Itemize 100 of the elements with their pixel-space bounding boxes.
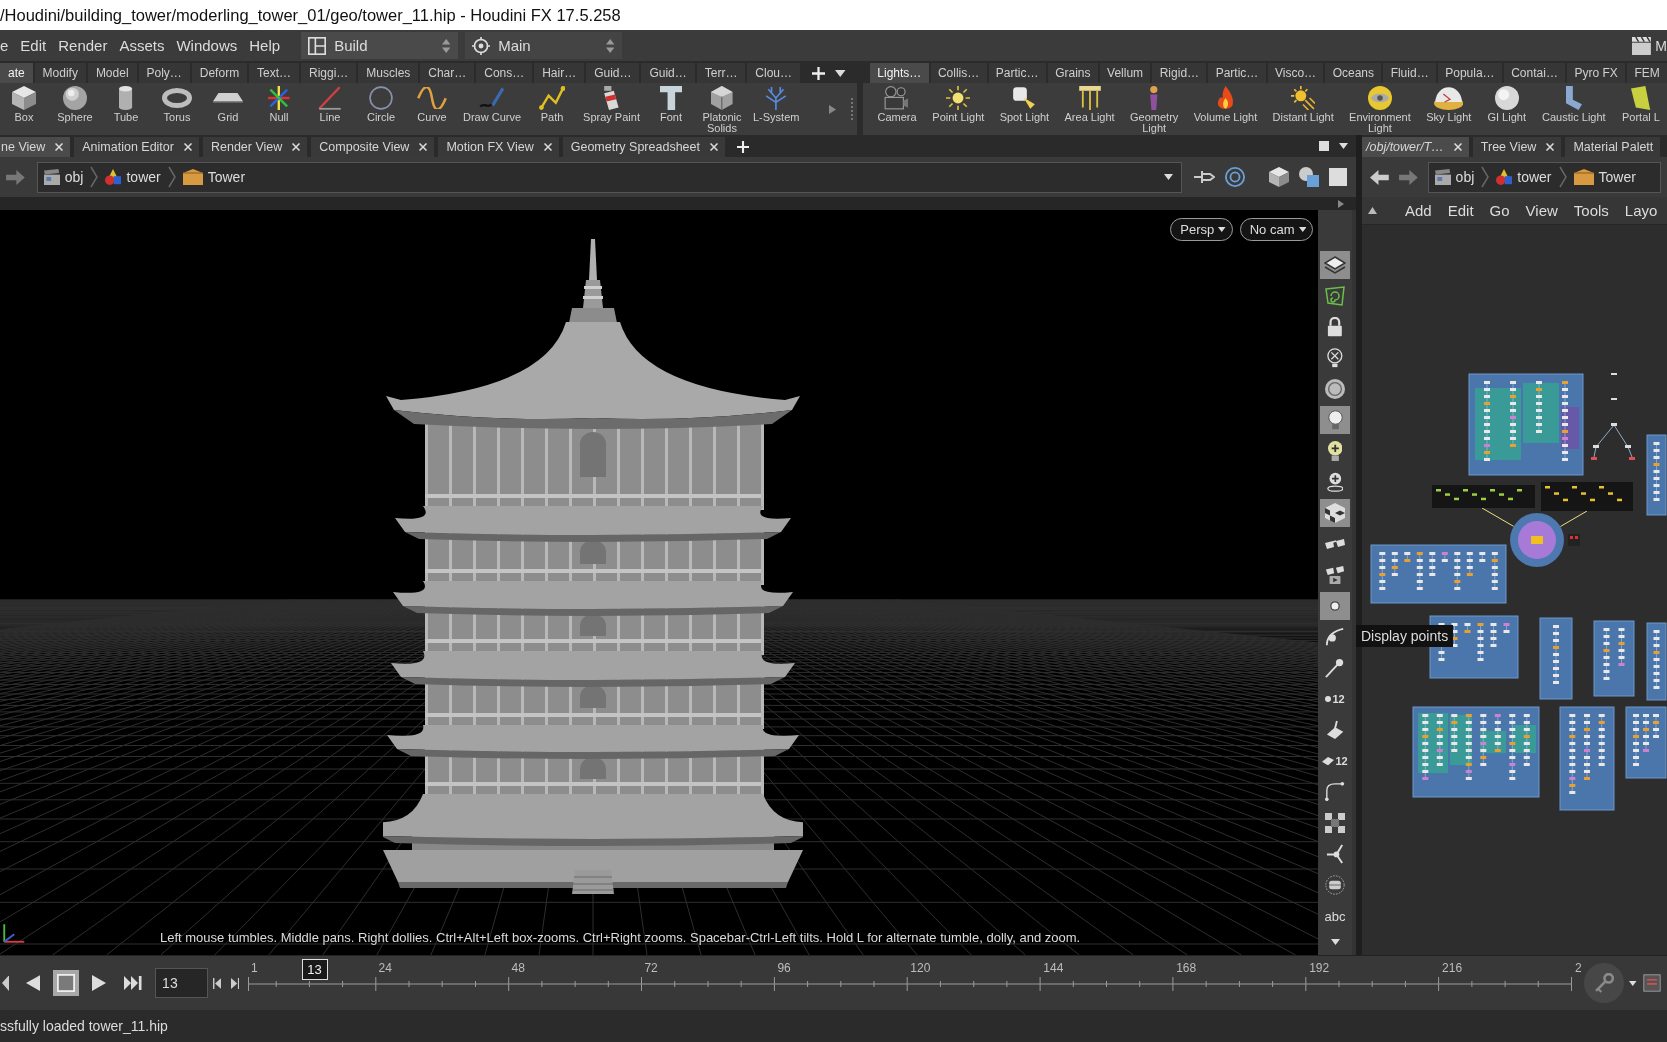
shelf-tool[interactable]: Caustic Light	[1538, 84, 1610, 134]
cube-icon[interactable]	[1268, 167, 1289, 187]
shelf-tab[interactable]: Terr…	[696, 63, 746, 83]
pane-tab[interactable]: /obj/tower/T…	[1362, 137, 1469, 157]
display-toggle[interactable]	[1320, 251, 1350, 279]
shelf-tab[interactable]: Visco…	[1267, 63, 1324, 83]
shelf-tool[interactable]: Area Light	[1060, 84, 1119, 134]
plus-icon[interactable]	[736, 141, 749, 153]
target-icon[interactable]	[1224, 167, 1245, 187]
network-node[interactable]	[1568, 534, 1580, 546]
triangle-icon[interactable]	[1368, 207, 1377, 214]
menu-item[interactable]: Layo	[1616, 202, 1666, 219]
shelf-tool[interactable]: Sky Light	[1422, 84, 1476, 134]
back-arrow-icon[interactable]	[1370, 169, 1389, 185]
pane-tab[interactable]: Render View	[202, 137, 308, 157]
menu-item[interactable]: Edit	[14, 34, 53, 57]
network-box[interactable]	[1541, 482, 1633, 511]
shelf-tab[interactable]: Guid…	[641, 63, 695, 83]
network-box[interactable]	[1432, 485, 1535, 508]
shelf-tab[interactable]: Contai…	[1503, 63, 1566, 83]
shelf-tab[interactable]: Hair…	[534, 63, 585, 83]
network-view[interactable]	[1362, 225, 1667, 955]
display-toggle[interactable]	[1320, 592, 1350, 620]
viewport[interactable]: Persp No cam Left mouse tumbles. Middle pans. Right dollies. Ctrl+Alt+Left box-zooms. Ctrl+Right zooms. Spacebar-Ctrl-Left tilts. Hold L for alternate tumble, dolly, and zoom.	[0, 210, 1318, 955]
shelf-tab[interactable]: Oceans	[1325, 63, 1382, 83]
path-crumb[interactable]: obj	[1428, 162, 1481, 192]
shelf-tool[interactable]: Sphere	[51, 84, 99, 134]
view-menu-button[interactable]: Persp	[1170, 218, 1233, 241]
view-menu-button[interactable]: No cam	[1239, 218, 1313, 241]
key-button[interactable]	[1584, 963, 1625, 1003]
pane-tab[interactable]: Motion FX View	[438, 137, 559, 157]
caret-icon[interactable]	[1330, 939, 1340, 945]
shelf-tool[interactable]: Spot Light	[995, 84, 1054, 134]
display-toggle[interactable]: abc	[1320, 902, 1350, 930]
shelf-tab[interactable]: Riggi…	[301, 63, 357, 83]
frame-field[interactable]: 13	[155, 968, 209, 998]
panel-icon[interactable]	[1642, 974, 1661, 992]
shelf-tool[interactable]: Path	[528, 84, 577, 134]
close-icon[interactable]	[183, 143, 192, 151]
shelf-tab[interactable]: Char…	[420, 63, 475, 83]
playhead[interactable]: 13	[301, 958, 328, 980]
pane-tab[interactable]: Geometry Spreadsheet	[562, 137, 725, 157]
shelf-tool[interactable]: Environment Light	[1345, 84, 1415, 134]
close-icon[interactable]	[543, 143, 552, 151]
close-icon[interactable]	[419, 143, 428, 151]
menu-item[interactable]: Go	[1481, 202, 1518, 219]
pane-tab[interactable]: Material Palett	[1565, 137, 1661, 157]
shelf-tool[interactable]: Geometry Light	[1126, 84, 1183, 134]
plus-icon[interactable]	[812, 66, 825, 80]
caret-icon[interactable]	[1339, 143, 1348, 149]
shelf-tab[interactable]: ate	[0, 63, 33, 83]
pane-tab[interactable]: Animation Editor	[74, 137, 199, 157]
triangle-icon[interactable]	[2, 975, 10, 991]
pane-tab[interactable]: Tree View	[1472, 137, 1562, 157]
shelf-tab[interactable]: Rigid…	[1152, 63, 1207, 83]
close-icon[interactable]	[55, 143, 64, 151]
close-icon[interactable]	[292, 143, 301, 151]
desktop-dropdown[interactable]: Build	[301, 32, 459, 59]
menu-item[interactable]: Assets	[113, 34, 171, 57]
path-crumb[interactable]: tower	[1490, 162, 1558, 192]
shelf-tool[interactable]: Portal L	[1616, 84, 1665, 134]
display-toggle[interactable]	[1320, 499, 1350, 527]
shelf-tab[interactable]: Modify	[34, 63, 86, 83]
shelf-tool[interactable]: Torus	[153, 84, 201, 134]
triangle-icon[interactable]	[829, 104, 836, 114]
caret-icon[interactable]	[1629, 980, 1637, 986]
node-cluster[interactable]	[1591, 373, 1635, 460]
path-field[interactable]: obj tower Tower	[36, 161, 1182, 193]
path-crumb[interactable]: obj	[37, 162, 90, 192]
pane-tab[interactable]: ne View	[0, 137, 71, 157]
path-crumb[interactable]: tower	[99, 162, 167, 192]
menu-item[interactable]: Tools	[1565, 202, 1617, 219]
shelf-tool[interactable]: Camera	[873, 84, 921, 134]
shelf-tab[interactable]: Deform	[191, 63, 248, 83]
menu-item[interactable]: Render	[52, 34, 114, 57]
close-icon[interactable]	[1453, 143, 1462, 151]
shelf-tool[interactable]: Volume Light	[1189, 84, 1262, 134]
shelf-tool[interactable]: L-System	[748, 84, 804, 134]
shelf-tool[interactable]: Font	[646, 84, 695, 134]
shelf-tool[interactable]: Null	[255, 84, 303, 134]
menu-item[interactable]: Windows	[170, 34, 244, 57]
shelf-tab[interactable]: Pyro FX	[1567, 63, 1626, 83]
desktop-dropdown[interactable]: Main	[465, 32, 623, 59]
shelf-tool[interactable]: Grid	[204, 84, 252, 134]
pin-icon[interactable]	[1193, 170, 1215, 184]
shelf-tab[interactable]: Text…	[249, 63, 300, 83]
path-crumb[interactable]: Tower	[1567, 162, 1642, 192]
caret-icon[interactable]	[1163, 174, 1173, 180]
subnet-node[interactable]	[1510, 513, 1564, 567]
shelf-tool[interactable]: Spray Paint	[579, 84, 644, 134]
shelf-tab[interactable]: Poly…	[138, 63, 190, 83]
menu-item[interactable]: View	[1517, 202, 1566, 219]
shelf-tab[interactable]: Vellum	[1099, 63, 1151, 83]
shelf-tool[interactable]: GI Light	[1482, 84, 1531, 134]
shelf-tab[interactable]: Grains	[1047, 63, 1098, 83]
forward-arrow-icon[interactable]	[6, 169, 25, 185]
shelf-tool[interactable]: Distant Light	[1268, 84, 1338, 134]
shelf-tab[interactable]: Muscles	[358, 63, 419, 83]
path-field[interactable]: obj tower Tower	[1427, 161, 1661, 193]
shelf-tool[interactable]: Draw Curve	[459, 84, 526, 134]
